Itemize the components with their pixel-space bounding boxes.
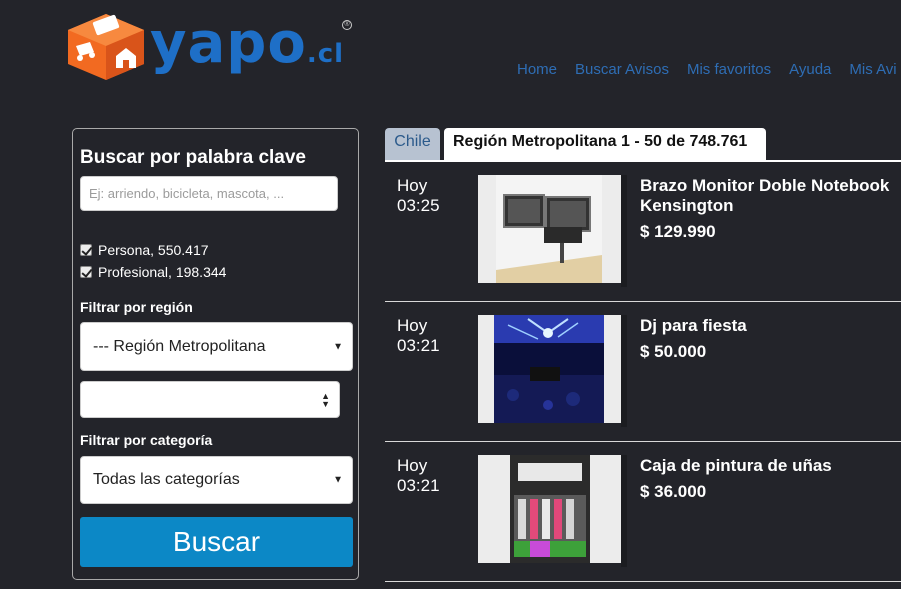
listing-thumbnail[interactable] [478,455,621,563]
registered-mark: ® [342,20,352,30]
dj-party-image [478,315,621,423]
monitor-arm-image [478,175,621,283]
listing-title[interactable]: Caja de pintura de uñas [640,456,901,476]
yapo-logo[interactable]: yapo.cl ® [66,6,356,84]
tab-chile[interactable]: Chile [385,128,440,160]
profesional-checkbox-row[interactable]: Profesional, 198.344 [80,264,226,280]
listing-thumbnail[interactable] [478,175,621,283]
sidebar-title: Buscar por palabra clave [80,147,306,168]
nail-polish-box-image [478,455,621,563]
chevron-down-icon: ▼ [333,474,343,486]
persona-checkbox-label: Persona, 550.417 [98,242,209,258]
category-select[interactable]: Todas las categorías ▼ [80,456,353,504]
region-select-value: --- Región Metropolitana [93,337,266,355]
listing-price: $ 50.000 [640,342,707,361]
listing-title[interactable]: Dj para fiesta [640,316,901,336]
updown-arrows-icon: ▲ ▼ [321,390,330,409]
listing-title[interactable]: Brazo Monitor Doble Notebook Kensington [640,176,901,216]
top-navigation: Home Buscar Avisos Mis favoritos Ayuda M… [508,61,901,78]
listing-item[interactable]: Hoy 03:21 Dj para fiesta $ 50.000 [385,302,901,442]
logo-cube-icon [68,14,144,80]
nav-mis-favoritos[interactable]: Mis favoritos [678,61,780,78]
region-filter-label: Filtrar por región [80,299,193,315]
nav-mis-avisos[interactable]: Mis Avi [840,61,901,78]
chevron-down-icon: ▼ [333,341,343,352]
profesional-checkbox[interactable] [80,266,92,278]
buscar-button[interactable]: Buscar [80,517,353,567]
category-select-value: Todas las categorías [93,471,240,488]
profesional-checkbox-label: Profesional, 198.344 [98,264,227,280]
logo-wordmark: yapo.cl [150,11,345,76]
listing-thumbnail[interactable] [478,315,621,423]
thumbnail-shadow [621,175,627,287]
keyword-search-input[interactable] [80,176,338,211]
thumbnail-shadow [621,315,627,427]
listing-item[interactable]: Hoy 03:25 Brazo Monitor Doble Notebook Ke… [385,162,901,302]
persona-checkbox-row[interactable]: Persona, 550.417 [80,242,209,258]
commune-select[interactable]: ▲ ▼ [80,381,340,418]
persona-checkbox[interactable] [80,244,92,256]
category-filter-label: Filtrar por categoría [80,432,213,448]
listing-item[interactable]: Hoy 03:21 Caja de pintura de uñas $ 36.00… [385,442,901,582]
nav-ayuda[interactable]: Ayuda [780,61,840,78]
tab-region-metropolitana[interactable]: Región Metropolitana 1 - 50 de 748.761 [444,128,766,161]
thumbnail-shadow [621,455,627,567]
listing-price: $ 36.000 [640,482,707,501]
listing-price: $ 129.990 [640,222,716,241]
nav-home[interactable]: Home [508,61,566,78]
listing-date: Hoy 03:25 [397,176,440,215]
search-sidebar: Buscar por palabra clave Persona, 550.41… [72,128,359,580]
region-select[interactable]: --- Región Metropolitana ▼ [80,322,353,371]
listing-date: Hoy 03:21 [397,456,440,495]
listing-date: Hoy 03:21 [397,316,440,355]
nav-buscar-avisos[interactable]: Buscar Avisos [566,61,678,78]
